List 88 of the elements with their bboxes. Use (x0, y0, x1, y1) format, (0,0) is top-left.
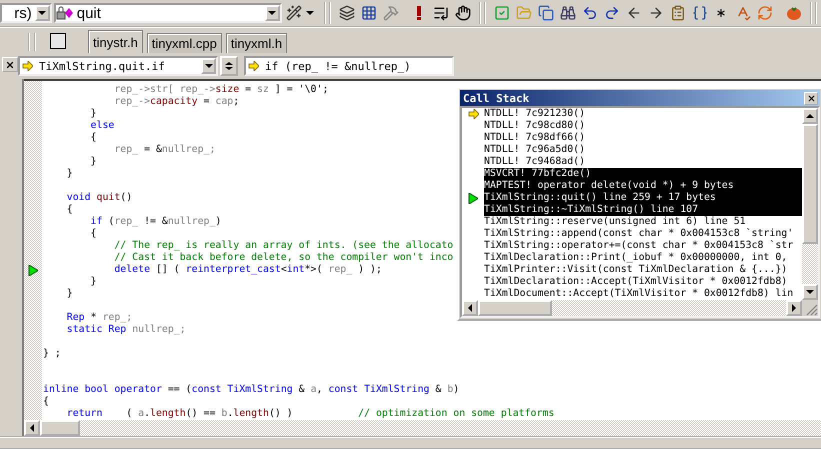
code-line: } (90, 156, 97, 168)
stack-frame[interactable]: NTDLL! 7c9468ad() (484, 156, 802, 168)
configuration-value: rs) (13, 4, 32, 22)
code-line: } (90, 108, 97, 120)
stack-frame[interactable]: TiXmlDocument::Accept(TiXmlVisitor * 0x0012fdb8) lin (484, 288, 802, 300)
stack-frame[interactable]: TiXmlPrinter::Visit(const TiXmlDeclaration & {...}) (484, 264, 802, 276)
redo-icon[interactable] (604, 4, 620, 22)
scroll-left-button[interactable] (24, 420, 40, 436)
hand-icon[interactable] (454, 4, 471, 22)
scope-combo[interactable]: TiXmlString.quit.if (18, 56, 218, 76)
grid-icon[interactable] (360, 4, 377, 22)
code-line: delete [] ( reinterpret_cast<int*>( rep_ ) ); (113, 264, 382, 276)
stack-frame[interactable]: TiXmlString::quit() line 259 + 17 bytes (484, 192, 802, 204)
member-combo[interactable]: if (rep_ != &nullrep_) (244, 56, 454, 76)
stack-frame[interactable]: TiXmlString::~TiXmlString() line 107 (484, 204, 802, 216)
stack-frame[interactable]: NTDLL! 7c921230() (484, 108, 802, 120)
resize-grip-icon[interactable] (802, 300, 818, 316)
stack-icon[interactable] (338, 4, 355, 22)
code-line: else (90, 120, 114, 132)
code-line: { (90, 132, 97, 144)
code-line: { (66, 204, 73, 216)
scroll-down-button[interactable] (802, 284, 818, 300)
scroll-left-button[interactable] (462, 300, 478, 316)
copy-icon[interactable] (538, 4, 554, 22)
code-line: rep_->capacity = cap; (113, 96, 240, 108)
dropdown-button[interactable] (34, 5, 50, 21)
binoculars-icon[interactable] (560, 4, 576, 22)
code-line: } (90, 276, 97, 288)
file-tab[interactable]: tinystr.h (88, 30, 143, 53)
stack-frame[interactable]: TiXmlString::operator+=(const char * 0x004153c8 `str (484, 240, 802, 252)
code-line: } (66, 288, 73, 300)
stack-frame[interactable]: NTDLL! 7c98cd80() (484, 120, 802, 132)
toolbar-grip[interactable] (478, 2, 486, 24)
toolbar-grip[interactable] (324, 2, 331, 24)
stack-frame[interactable]: NTDLL! 7c98df66() (484, 132, 802, 144)
scroll-thumb[interactable] (40, 420, 80, 436)
symbol-value: quit (76, 4, 102, 22)
code-line: rep_ = &nullrep_; (113, 144, 216, 156)
undo-icon[interactable] (582, 4, 598, 22)
code-line: // Cast it back before delete, so the compiler won't inco (113, 252, 454, 264)
code-line: } ; (43, 348, 61, 360)
stack-frame[interactable]: TiXmlString::append(const char * 0x004153c8 `string' (484, 228, 802, 240)
dropdown-button[interactable] (264, 5, 280, 21)
checkbox-icon[interactable] (494, 4, 510, 22)
code-line: inline bool operator == (const TiXmlString & a, const TiXmlString & b) (43, 384, 460, 396)
file-tab[interactable]: tinyxml.h (226, 33, 288, 53)
code-line: Rep * rep_; (66, 312, 132, 324)
stack-frame[interactable]: TiXmlDeclaration::Accept(TiXmlVisitor * 0x0012fdb8) (484, 276, 802, 288)
close-button[interactable] (804, 92, 818, 104)
code-line: rep_->str[ rep_->size = sz ] = '\0'; (113, 84, 328, 96)
scope-value: TiXmlString.quit.if (39, 60, 166, 72)
window-title: Call Stack (463, 92, 530, 104)
file-tab[interactable]: tinyxml.cpp (146, 33, 222, 53)
wand-icon[interactable] (286, 4, 302, 22)
stack-frame[interactable]: MAPTEST! operator delete(void *) + 9 bytes (484, 180, 802, 192)
spin-button[interactable] (220, 56, 238, 76)
configuration-combo[interactable]: rs) (0, 3, 52, 23)
dropdown-arrow-icon[interactable] (306, 11, 314, 15)
braces-icon[interactable] (692, 4, 708, 22)
code-line: } (66, 168, 73, 180)
toolbar-grip[interactable] (810, 2, 817, 24)
scroll-thumb[interactable] (802, 124, 818, 244)
dropdown-button[interactable] (201, 58, 216, 74)
close-icon (806, 94, 816, 102)
code-line: { (43, 396, 49, 408)
close-button[interactable] (2, 57, 18, 72)
stack-frame[interactable]: TiXmlDeclaration::Print(_iobuf * 0x00000000, int 0, (484, 252, 802, 264)
symbol-combo[interactable]: quit (54, 3, 282, 23)
stack-frame[interactable]: MSVCRT! 77bfc2de() (484, 168, 802, 180)
scroll-thumb[interactable] (478, 300, 552, 316)
close-icon (5, 60, 15, 70)
clipboard-icon[interactable] (670, 4, 686, 22)
code-line: static Rep nullrep_; (66, 324, 186, 336)
stack-frame[interactable]: NTDLL! 7c96a5d0() (484, 144, 802, 156)
scroll-right-button[interactable] (786, 300, 802, 316)
square-button[interactable] (50, 33, 66, 49)
code-line: if (rep_ != &nullrep_) (90, 216, 222, 228)
code-line: return ( a.length() == b.length() ) // optimization on some platforms (66, 408, 554, 420)
lock-icon (56, 6, 74, 20)
code-line: // The rep_ is really an array of ints. (see the allocato (113, 240, 454, 252)
code-line: void quit() (66, 192, 132, 204)
member-value: if (rep_ != &nullrep_) (265, 60, 411, 72)
arrow-icon (248, 61, 259, 71)
arrow-icon (22, 61, 33, 71)
toolbar-grip[interactable] (28, 33, 36, 51)
code-line: { (90, 228, 97, 240)
scroll-up-button[interactable] (802, 108, 818, 124)
stack-frame[interactable]: TiXmlString::reserve(unsigned int 6) line 51 (484, 216, 802, 228)
